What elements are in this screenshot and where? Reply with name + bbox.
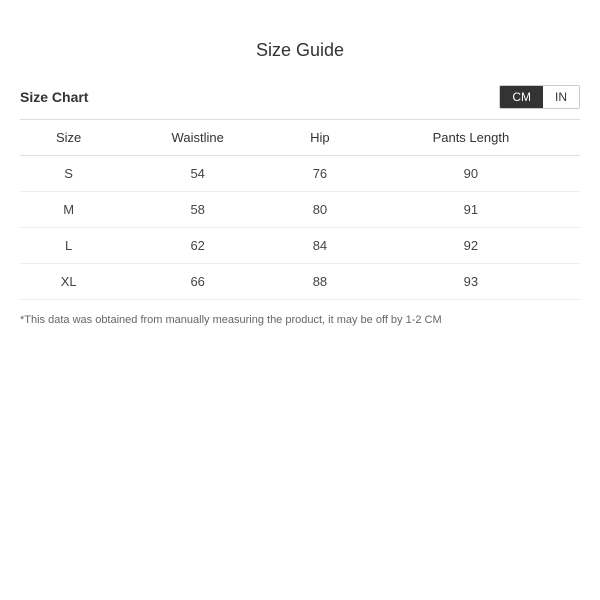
unit-in-button[interactable]: IN xyxy=(543,86,579,108)
col-header-size: Size xyxy=(20,120,117,156)
cell-size: L xyxy=(20,228,117,264)
cell-hip: 88 xyxy=(278,264,362,300)
cell-pants_length: 90 xyxy=(362,156,580,192)
table-row: S547690 xyxy=(20,156,580,192)
footnote: *This data was obtained from manually me… xyxy=(20,314,580,326)
chart-header: Size Chart CM IN xyxy=(20,85,580,109)
cell-waistline: 62 xyxy=(117,228,278,264)
cell-pants_length: 92 xyxy=(362,228,580,264)
cell-size: M xyxy=(20,192,117,228)
col-header-waistline: Waistline xyxy=(117,120,278,156)
cell-size: S xyxy=(20,156,117,192)
cell-pants_length: 91 xyxy=(362,192,580,228)
table-header-row: Size Waistline Hip Pants Length xyxy=(20,120,580,156)
table-row: L628492 xyxy=(20,228,580,264)
col-header-pants-length: Pants Length xyxy=(362,120,580,156)
cell-pants_length: 93 xyxy=(362,264,580,300)
cell-waistline: 54 xyxy=(117,156,278,192)
size-chart-container: Size Chart CM IN Size Waistline Hip Pant… xyxy=(20,85,580,326)
unit-toggle: CM IN xyxy=(499,85,580,109)
cell-size: XL xyxy=(20,264,117,300)
size-table: Size Waistline Hip Pants Length S547690M… xyxy=(20,119,580,300)
col-header-hip: Hip xyxy=(278,120,362,156)
cell-hip: 84 xyxy=(278,228,362,264)
table-row: M588091 xyxy=(20,192,580,228)
cell-waistline: 66 xyxy=(117,264,278,300)
unit-cm-button[interactable]: CM xyxy=(500,86,543,108)
cell-hip: 76 xyxy=(278,156,362,192)
table-row: XL668893 xyxy=(20,264,580,300)
page-title: Size Guide xyxy=(256,40,344,61)
chart-label: Size Chart xyxy=(20,89,88,105)
cell-waistline: 58 xyxy=(117,192,278,228)
cell-hip: 80 xyxy=(278,192,362,228)
